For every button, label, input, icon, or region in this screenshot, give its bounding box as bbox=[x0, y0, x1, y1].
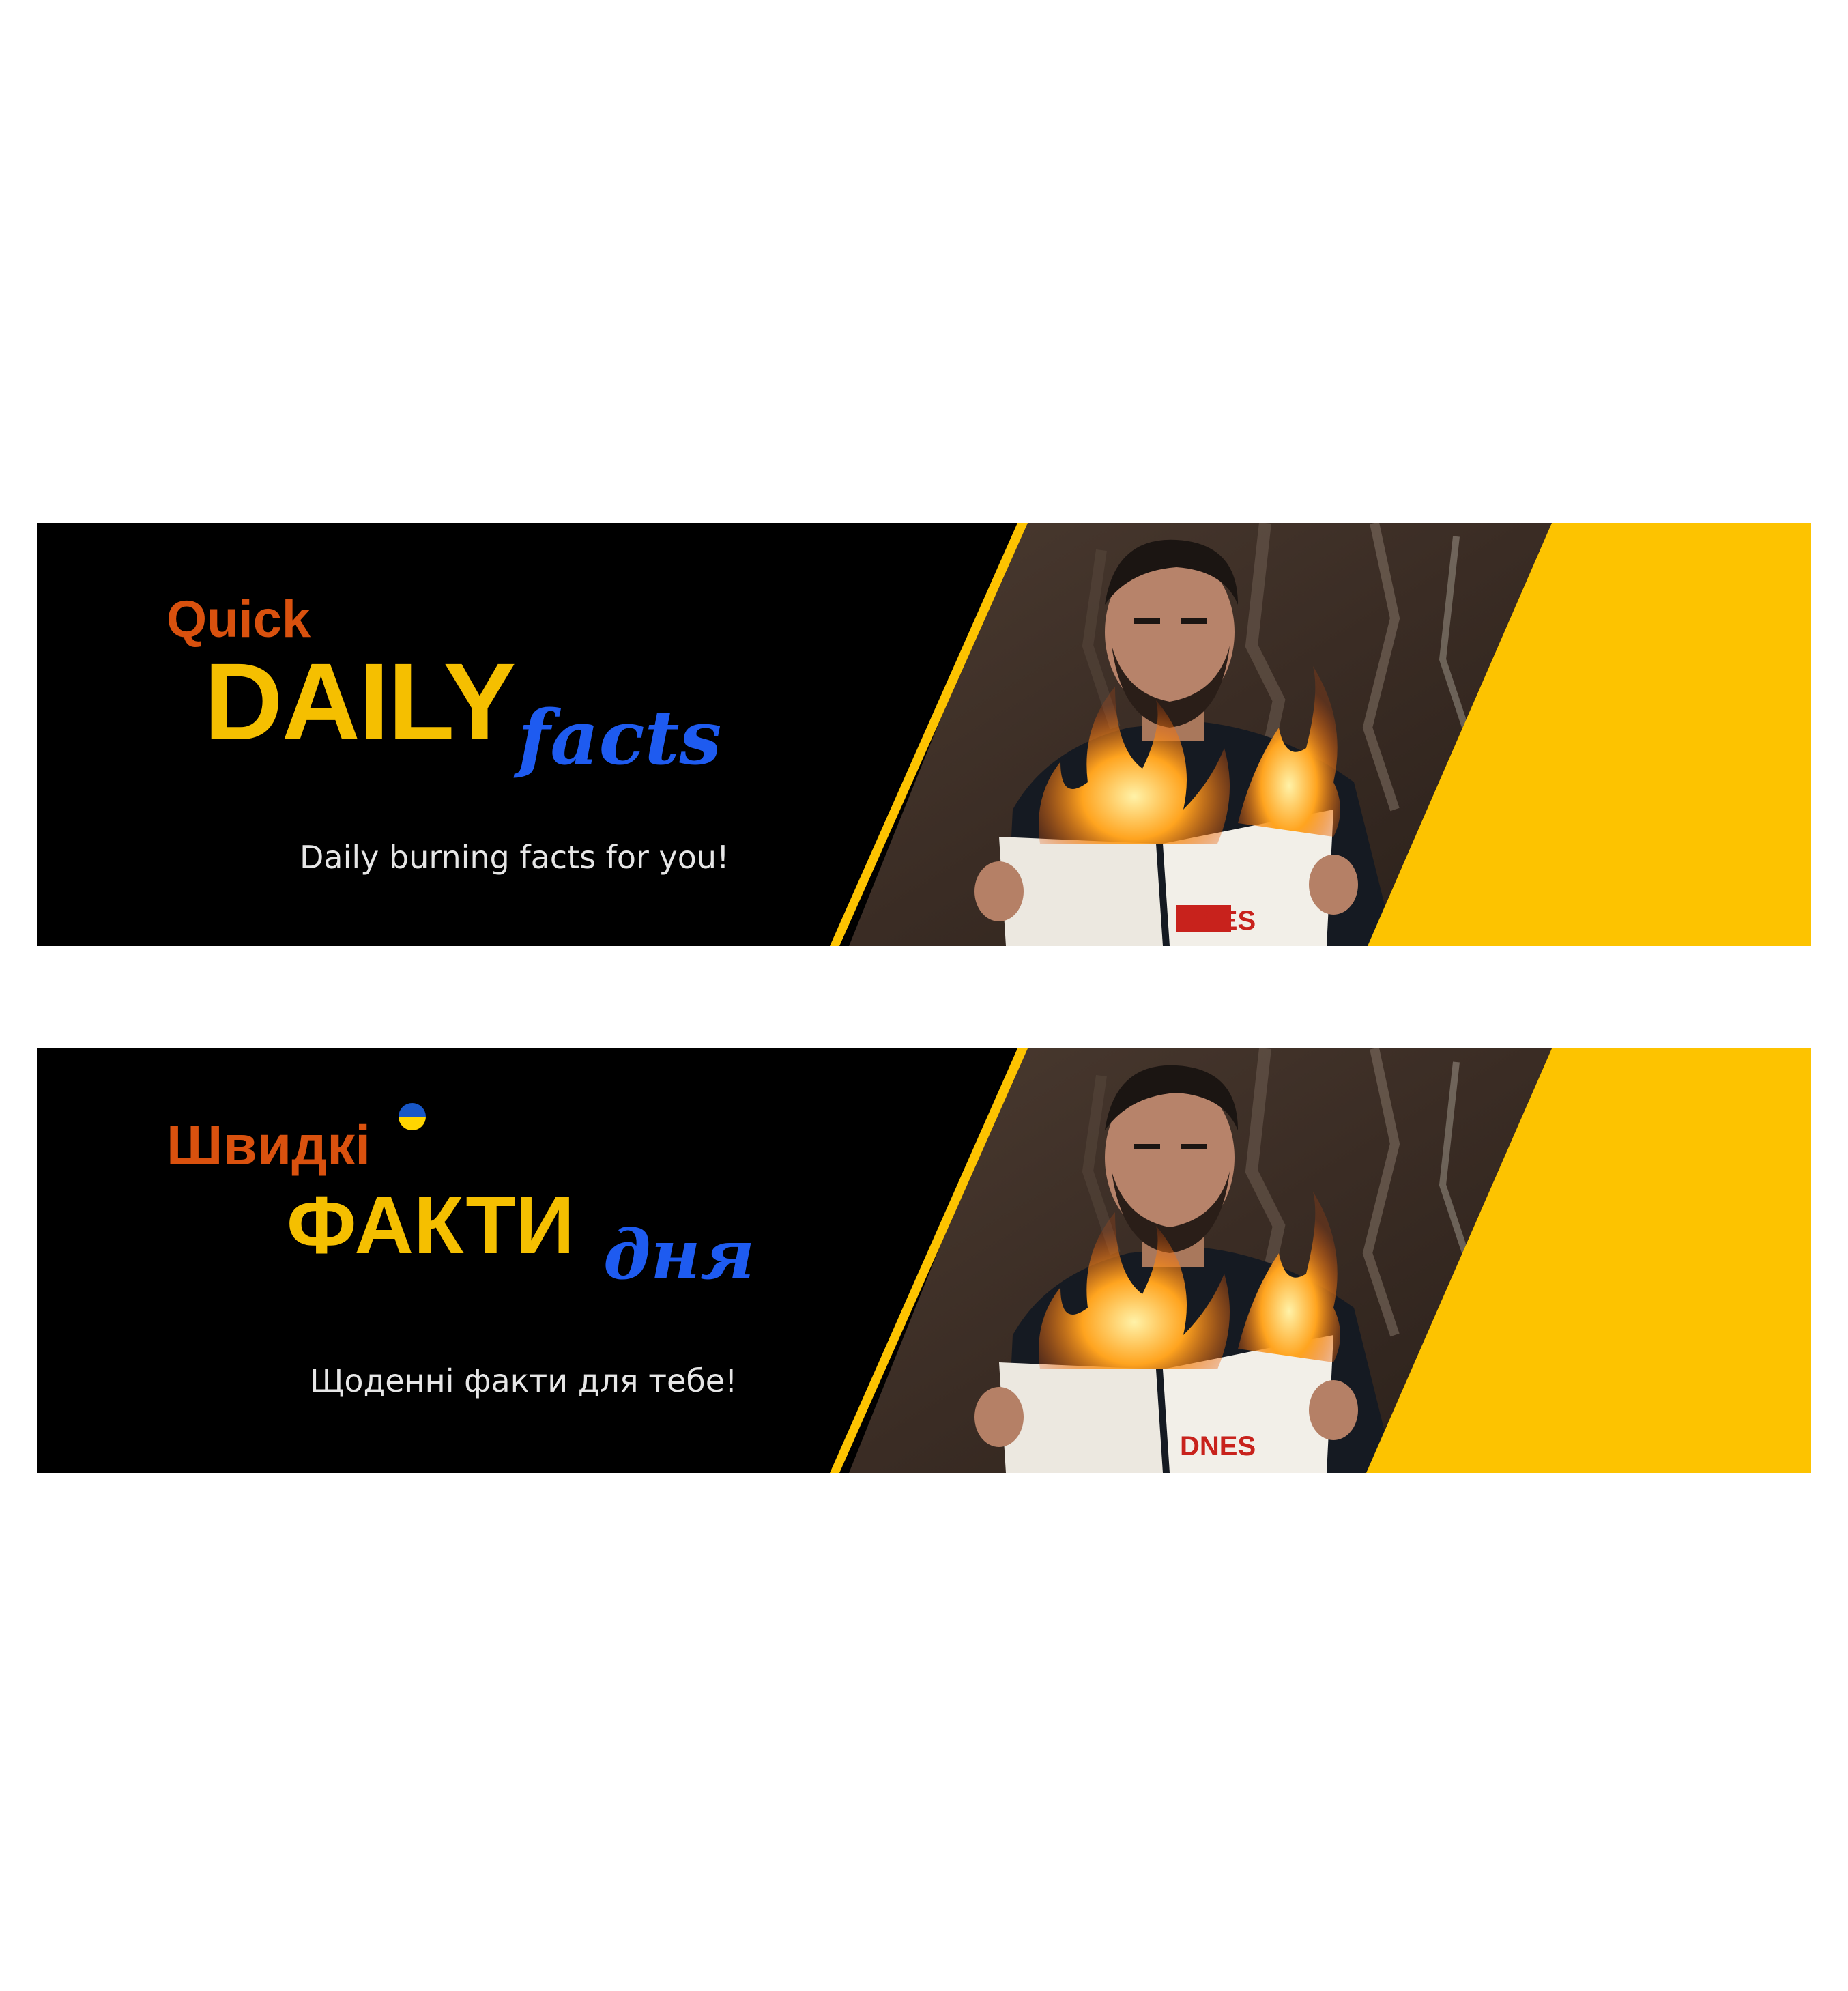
newspaper-headline: DNES bbox=[1180, 1431, 1256, 1461]
tagline: Щоденні факти для тебе! bbox=[310, 1362, 738, 1399]
title-script: facts bbox=[518, 693, 722, 782]
banner-ukrainian: DNES Швидкі ФАКТИ дня Щоденні факти для … bbox=[37, 1048, 1811, 1473]
title-small: Швидкі bbox=[167, 1115, 371, 1177]
banner-english: DNES Quick DAILY facts Daily burning fac… bbox=[37, 523, 1811, 946]
title-big: ФАКТИ bbox=[287, 1179, 575, 1271]
title-big: DAILY bbox=[204, 640, 516, 762]
newspaper-headline: DNES bbox=[1180, 906, 1256, 936]
title-script: дня bbox=[603, 1214, 755, 1295]
ukraine-flag-icon bbox=[399, 1103, 426, 1130]
tagline: Daily burning facts for you! bbox=[300, 839, 730, 876]
